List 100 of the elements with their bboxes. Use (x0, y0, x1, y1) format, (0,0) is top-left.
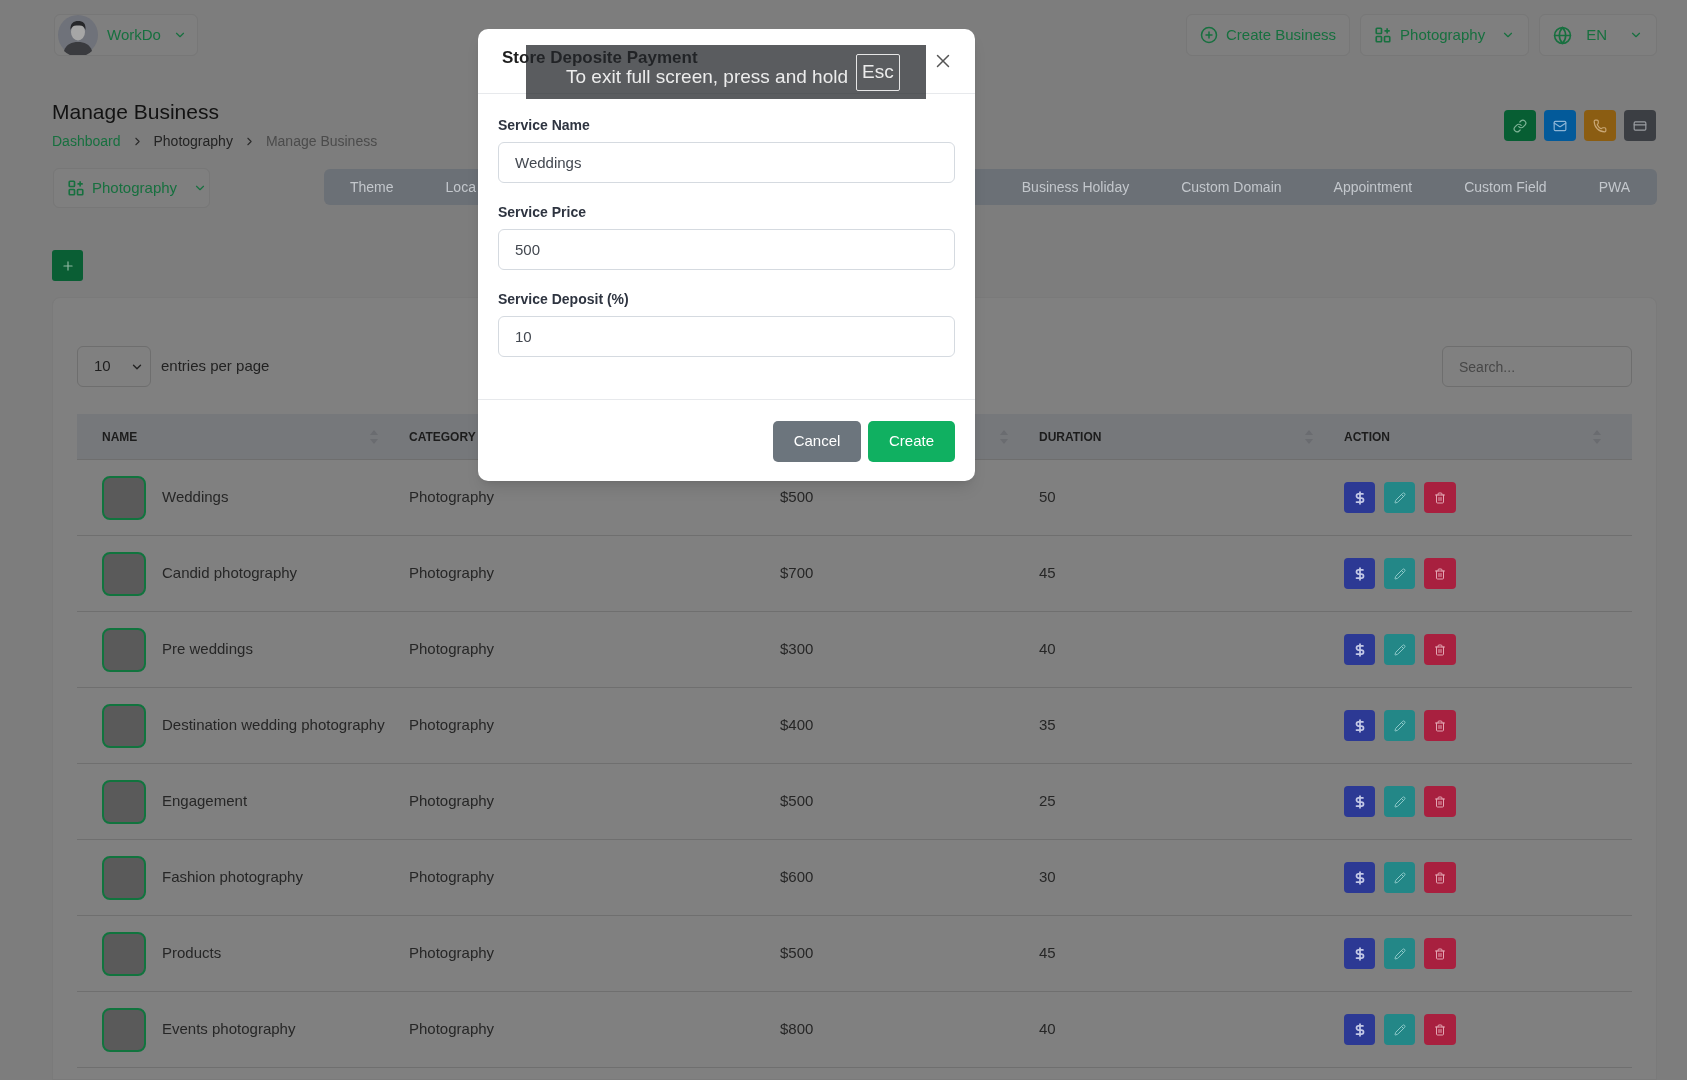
edit-button[interactable] (1384, 862, 1415, 893)
delete-button[interactable] (1424, 710, 1456, 741)
delete-button[interactable] (1424, 862, 1456, 893)
payment-button[interactable] (1344, 634, 1375, 665)
pencil-icon (1393, 491, 1406, 504)
field-label: Service Deposit (%) (498, 290, 630, 308)
category-text: Photography (409, 640, 495, 658)
column-header[interactable]: CATEGORY (409, 427, 476, 446)
photo-placeholder (102, 1007, 146, 1052)
delete-button[interactable] (1424, 482, 1456, 513)
delete-button[interactable] (1424, 558, 1456, 589)
tab[interactable]: Custom Domain (1181, 176, 1282, 198)
payment-button[interactable] (1344, 786, 1375, 817)
duration-text: 45 (1039, 564, 1056, 582)
payment-button[interactable] (1344, 710, 1375, 741)
trash-icon (1434, 871, 1446, 884)
photo-placeholder (102, 703, 146, 748)
card-button[interactable] (1624, 110, 1656, 141)
page-size-select[interactable]: 10 (77, 346, 151, 387)
account-menu[interactable]: WorkDo (54, 14, 198, 56)
payment-button[interactable] (1344, 482, 1375, 513)
trash-icon (1434, 491, 1446, 504)
delete-button[interactable] (1424, 786, 1456, 817)
phone-button[interactable] (1584, 110, 1616, 141)
cancel-button[interactable]: Cancel (773, 421, 861, 462)
column-header[interactable]: NAME (102, 427, 138, 446)
edit-button[interactable] (1384, 710, 1415, 741)
trash-icon (1434, 567, 1446, 580)
duration-text: 35 (1039, 716, 1056, 734)
header-button[interactable]: Create Business (1186, 14, 1351, 56)
header-button[interactable]: EN (1539, 14, 1657, 56)
edit-button[interactable] (1384, 634, 1415, 665)
edit-button[interactable] (1384, 938, 1415, 969)
column-header[interactable]: ACTION (1344, 427, 1390, 446)
link-icon (1513, 118, 1527, 133)
input-field[interactable]: 500 (498, 229, 955, 270)
delete-button[interactable] (1424, 634, 1456, 665)
breadcrumb-link[interactable]: Photography (153, 130, 233, 152)
category-text: Photography (409, 944, 495, 962)
price-text: $500 (780, 944, 814, 962)
category-text: Photography (409, 1020, 495, 1038)
edit-button[interactable] (1384, 1014, 1415, 1045)
header-button[interactable]: Photography (1360, 14, 1530, 56)
globe-icon (1553, 25, 1573, 45)
payment-button[interactable] (1344, 938, 1375, 969)
price-text: $800 (780, 1020, 814, 1038)
service-name: Destination wedding photography (162, 715, 385, 736)
service-name: Engagement (162, 791, 248, 812)
payment-button[interactable] (1344, 558, 1375, 589)
grid-plus-icon (67, 179, 85, 197)
delete-button[interactable] (1424, 938, 1456, 969)
business-select[interactable]: Photography (53, 168, 210, 208)
tab[interactable]: Appointment (1333, 176, 1413, 198)
duration-text: 40 (1039, 1020, 1056, 1038)
phone-icon (1593, 118, 1607, 133)
duration-text: 45 (1039, 944, 1056, 962)
field-label: Service Price (498, 203, 587, 221)
photo-placeholder (102, 475, 146, 520)
payment-button[interactable] (1344, 862, 1375, 893)
tab[interactable]: Custom Field (1464, 176, 1547, 198)
mail-button[interactable] (1544, 110, 1576, 141)
price-text: $700 (780, 564, 814, 582)
page-title: Manage Business (52, 99, 220, 125)
create-button[interactable]: Create (868, 421, 955, 462)
edit-button[interactable] (1384, 558, 1415, 589)
page-size-label: entries per page (161, 356, 270, 377)
tab[interactable]: Loca (445, 176, 476, 198)
price-text: $400 (780, 716, 814, 734)
column-header[interactable]: DURATION (1039, 427, 1102, 446)
avatar-icon (58, 15, 98, 55)
tab[interactable]: PWA (1598, 176, 1630, 198)
breadcrumb-link[interactable]: Dashboard (52, 130, 121, 152)
trash-icon (1434, 1023, 1446, 1036)
service-name: Products (162, 943, 222, 964)
category-text: Photography (409, 488, 495, 506)
add-button[interactable] (52, 250, 83, 281)
duration-text: 50 (1039, 488, 1056, 506)
edit-button[interactable] (1384, 482, 1415, 513)
plus-icon (60, 258, 75, 273)
service-name: Weddings (162, 487, 229, 508)
tab[interactable]: Theme (350, 176, 394, 198)
link-button[interactable] (1504, 110, 1536, 141)
trash-icon (1434, 795, 1446, 808)
tab[interactable]: Business Holiday (1021, 176, 1130, 198)
service-name: Fashion photography (162, 867, 303, 888)
mail-icon (1553, 118, 1567, 133)
trash-icon (1434, 719, 1446, 732)
search-field[interactable]: Search... (1442, 346, 1632, 387)
trash-icon (1434, 947, 1446, 960)
delete-button[interactable] (1424, 1014, 1456, 1045)
input-field[interactable]: Weddings (498, 142, 955, 183)
input-field[interactable]: 10 (498, 316, 955, 357)
edit-button[interactable] (1384, 786, 1415, 817)
pencil-icon (1393, 643, 1406, 656)
payment-button[interactable] (1344, 1014, 1375, 1045)
price-text: $600 (780, 868, 814, 886)
notice-text: To exit full screen, press and hold (566, 67, 848, 86)
category-text: Photography (409, 716, 495, 734)
pencil-icon (1393, 1023, 1406, 1036)
pencil-icon (1393, 795, 1406, 808)
